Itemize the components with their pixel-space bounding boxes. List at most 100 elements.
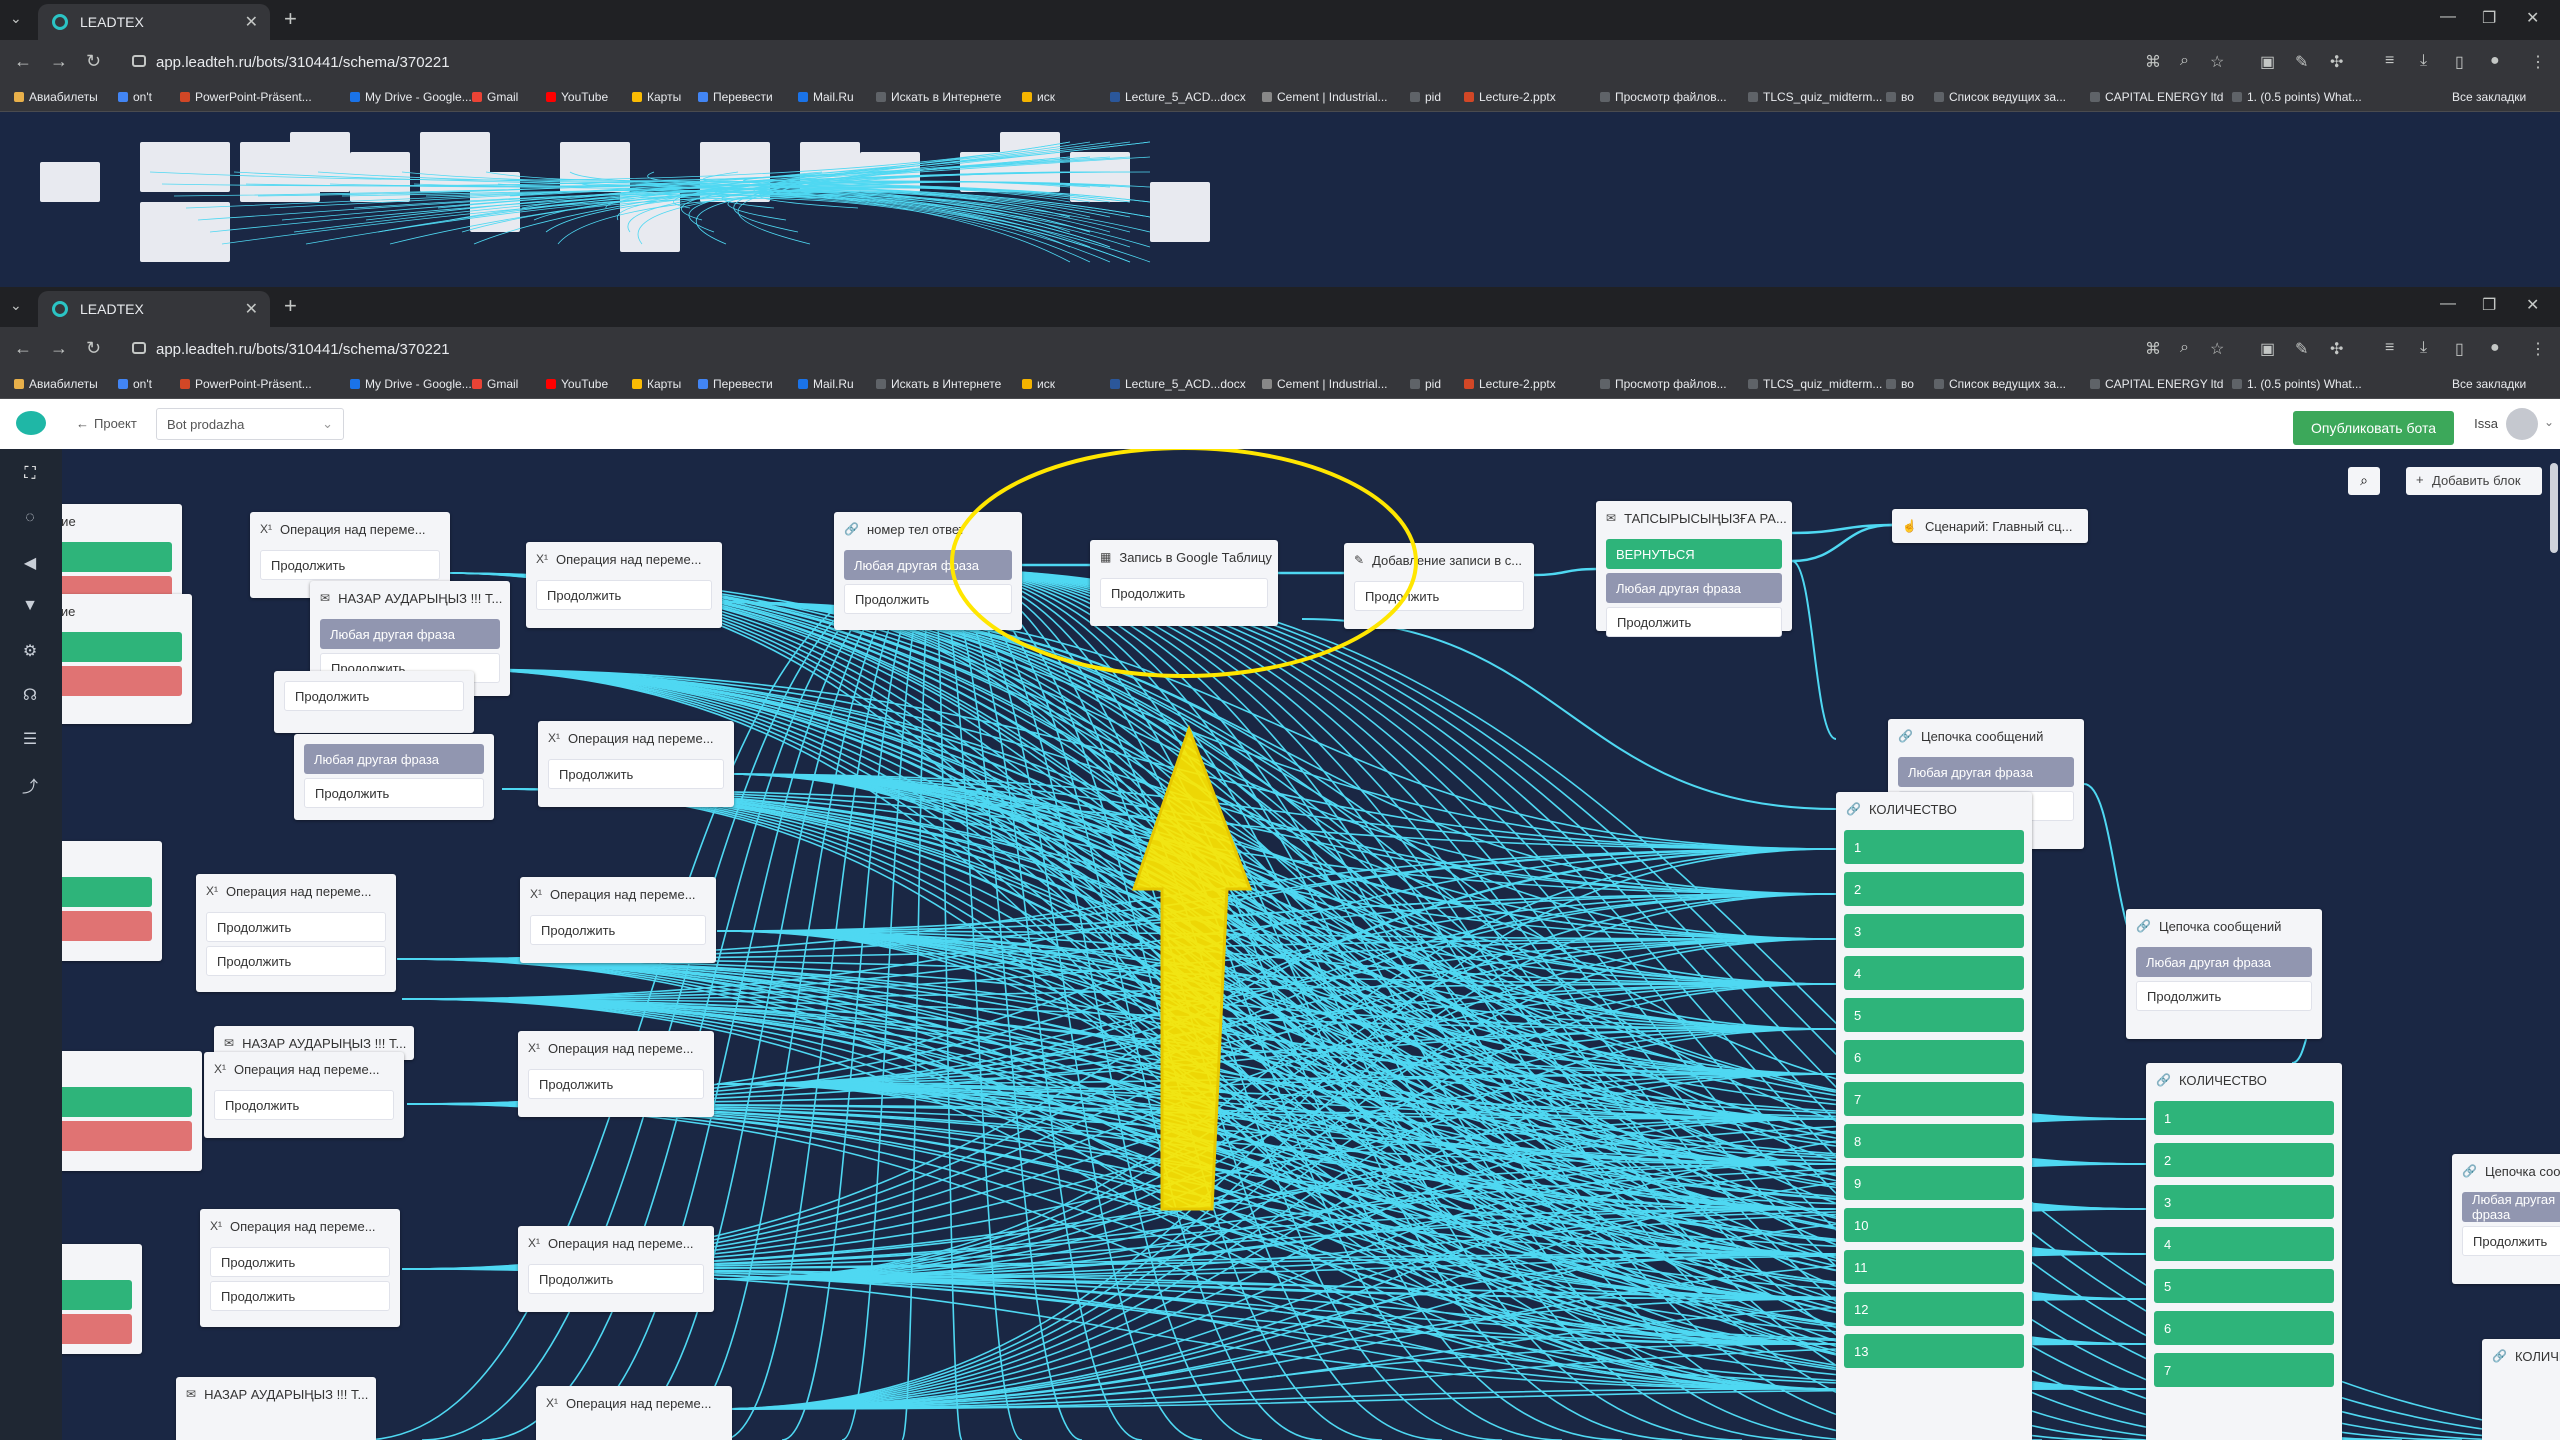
flow-canvas[interactable]: ние X¹Операция над переме... Продолжить … xyxy=(62,449,2560,1440)
back-icon[interactable]: ← xyxy=(14,338,32,359)
project-link[interactable]: Проект xyxy=(94,416,137,431)
bookmark-item[interactable]: Gmail xyxy=(472,90,518,104)
bookmark-item[interactable]: CAPITAL ENERGY ltd xyxy=(2090,90,2223,104)
zoom-icon[interactable]: ⌕ xyxy=(2180,339,2189,357)
bookmark-item[interactable]: Lecture-2.pptx xyxy=(1464,90,1556,104)
profile-icon[interactable]: ● xyxy=(2490,339,2500,357)
bookmark-item[interactable]: Lecture_5_ACD...docx xyxy=(1110,90,1246,104)
avatar[interactable] xyxy=(2506,408,2538,440)
star-icon[interactable]: ☆ xyxy=(2210,52,2224,72)
bookmark-item[interactable]: Карты xyxy=(632,377,681,391)
site-info-icon[interactable] xyxy=(132,342,146,354)
all-bookmarks-folder[interactable]: Все закладки xyxy=(2452,377,2526,391)
bookmark-item[interactable]: Перевести xyxy=(698,90,773,104)
download-icon[interactable]: ⤓ xyxy=(2420,339,2427,357)
filter-icon[interactable]: ▼ xyxy=(19,597,41,619)
bookmark-item[interactable]: pid xyxy=(1410,90,1441,104)
back-arrow-icon[interactable]: ← xyxy=(76,416,89,431)
url-field[interactable]: app.leadteh.ru/bots/310441/schema/370221 xyxy=(130,47,2130,77)
star-icon[interactable]: ☆ xyxy=(2210,339,2224,359)
translate-icon[interactable]: ⌘ xyxy=(2145,52,2161,72)
translate-icon[interactable]: ⌘ xyxy=(2145,339,2161,359)
site-info-icon[interactable] xyxy=(132,55,146,67)
bookmark-item[interactable]: во xyxy=(1886,377,1914,391)
pen-icon[interactable]: ✎ xyxy=(2295,52,2308,72)
restore-icon[interactable]: ❐ xyxy=(2482,295,2496,315)
tab-search-icon[interactable]: ⌄ xyxy=(10,10,22,27)
bookmark-item[interactable]: 1. (0.5 points) What... xyxy=(2232,90,2362,104)
reload-icon[interactable]: ↻ xyxy=(86,51,101,72)
minimize-icon[interactable]: — xyxy=(2440,295,2456,313)
broadcast-icon[interactable]: ◀ xyxy=(19,553,41,575)
forward-icon[interactable]: → xyxy=(50,51,68,72)
bookmark-item[interactable]: Mail.Ru xyxy=(798,377,854,391)
bookmark-item[interactable]: иск xyxy=(1022,90,1055,104)
bookmark-item[interactable]: Перевести xyxy=(698,377,773,391)
menu-icon[interactable]: ⋮ xyxy=(2530,339,2546,359)
bookmark-item[interactable]: on't xyxy=(118,90,152,104)
bookmark-item[interactable]: во xyxy=(1886,90,1914,104)
chat-icon[interactable]: ◌ xyxy=(19,509,41,531)
all-bookmarks-folder[interactable]: Все закладки xyxy=(2452,90,2526,104)
new-tab-icon[interactable]: + xyxy=(284,6,297,32)
bookmark-item[interactable]: Cement | Industrial... xyxy=(1262,377,1388,391)
leadtex-logo-icon[interactable] xyxy=(16,411,46,435)
stats-icon[interactable]: ⤴ xyxy=(19,773,41,796)
media-icon[interactable]: ≡ xyxy=(2385,339,2394,357)
bookmark-item[interactable]: on't xyxy=(118,377,152,391)
bookmark-item[interactable]: My Drive - Google... xyxy=(350,377,472,391)
support-icon[interactable]: ☊ xyxy=(19,685,41,707)
close-tab-icon[interactable]: ✕ xyxy=(245,299,258,319)
bookmark-item[interactable]: TLCS_quiz_midterm... xyxy=(1748,377,1882,391)
bookmark-item[interactable]: Искать в Интернете xyxy=(876,377,1001,391)
forward-icon[interactable]: → xyxy=(50,338,68,359)
restore-icon[interactable]: ❐ xyxy=(2482,8,2496,28)
bookmark-item[interactable]: Список ведущих за... xyxy=(1934,377,2066,391)
bookmark-item[interactable]: PowerPoint-Präsent... xyxy=(180,377,312,391)
settings-icon[interactable]: ⚙ xyxy=(19,641,41,663)
bookmark-item[interactable]: YouTube xyxy=(546,377,608,391)
close-window-icon[interactable]: ✕ xyxy=(2526,8,2539,28)
bookmark-item[interactable]: иск xyxy=(1022,377,1055,391)
bookmark-item[interactable]: PowerPoint-Präsent... xyxy=(180,90,312,104)
reload-icon[interactable]: ↻ xyxy=(86,338,101,359)
tab-search-icon[interactable]: ⌄ xyxy=(10,297,22,314)
bookmark-item[interactable]: CAPITAL ENERGY ltd xyxy=(2090,377,2223,391)
schema-icon[interactable]: ⛶ xyxy=(19,465,41,487)
url-field[interactable]: app.leadteh.ru/bots/310441/schema/370221 xyxy=(130,334,2130,364)
download-icon[interactable]: ⤓ xyxy=(2420,52,2427,70)
bookmark-item[interactable]: Искать в Интернете xyxy=(876,90,1001,104)
pen-icon[interactable]: ✎ xyxy=(2295,339,2308,359)
menu-icon[interactable]: ⋮ xyxy=(2530,52,2546,72)
browser-tab[interactable]: LEADTEX ✕ xyxy=(38,4,270,40)
bookmark-item[interactable]: Lecture-2.pptx xyxy=(1464,377,1556,391)
bookmark-item[interactable]: TLCS_quiz_midterm... xyxy=(1748,90,1882,104)
minimize-icon[interactable]: — xyxy=(2440,8,2456,26)
bookmark-item[interactable]: Авиабилеты xyxy=(14,90,98,104)
puzzle-icon[interactable]: ✣ xyxy=(2330,339,2343,359)
close-window-icon[interactable]: ✕ xyxy=(2526,295,2539,315)
bookmark-item[interactable]: Cement | Industrial... xyxy=(1262,90,1388,104)
extension-icon[interactable]: ▣ xyxy=(2260,339,2275,359)
sidepanel-icon[interactable]: ▯ xyxy=(2455,339,2464,359)
bookmark-item[interactable]: YouTube xyxy=(546,90,608,104)
bookmark-item[interactable]: Список ведущих за... xyxy=(1934,90,2066,104)
sidepanel-icon[interactable]: ▯ xyxy=(2455,52,2464,72)
zoom-icon[interactable]: ⌕ xyxy=(2180,52,2189,70)
list-icon[interactable]: ☰ xyxy=(19,729,41,751)
bookmark-item[interactable]: Авиабилеты xyxy=(14,377,98,391)
bookmark-item[interactable]: 1. (0.5 points) What... xyxy=(2232,377,2362,391)
user-name[interactable]: Issa xyxy=(2474,416,2498,431)
publish-bot-button[interactable]: Опубликовать бота xyxy=(2293,411,2454,445)
bookmark-item[interactable]: Mail.Ru xyxy=(798,90,854,104)
bookmark-item[interactable]: Lecture_5_ACD...docx xyxy=(1110,377,1246,391)
bot-select[interactable]: Bot prodazha ⌄ xyxy=(156,408,344,440)
bookmark-item[interactable]: Gmail xyxy=(472,377,518,391)
new-tab-icon[interactable]: + xyxy=(284,293,297,319)
browser-tab[interactable]: LEADTEX ✕ xyxy=(38,291,270,327)
bookmark-item[interactable]: pid xyxy=(1410,377,1441,391)
bookmark-item[interactable]: Просмотр файлов... xyxy=(1600,377,1727,391)
bookmark-item[interactable]: Просмотр файлов... xyxy=(1600,90,1727,104)
media-icon[interactable]: ≡ xyxy=(2385,52,2394,70)
extension-icon[interactable]: ▣ xyxy=(2260,52,2275,72)
